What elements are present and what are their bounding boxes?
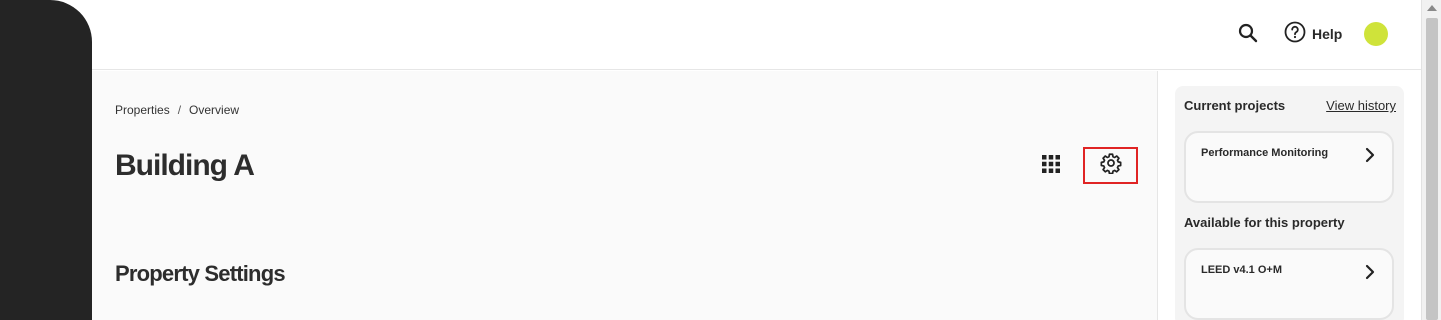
- view-history-link[interactable]: View history: [1326, 98, 1396, 113]
- breadcrumb: Properties / Overview: [115, 103, 239, 117]
- breadcrumb-overview[interactable]: Overview: [189, 103, 239, 117]
- project-card-title: LEED v4.1 O+M: [1201, 264, 1283, 276]
- project-card-performance-monitoring[interactable]: Performance Monitoring: [1184, 131, 1394, 203]
- project-card-title: Performance Monitoring: [1201, 147, 1329, 159]
- current-projects-header: Current projects View history: [1184, 98, 1396, 113]
- breadcrumb-separator: /: [177, 103, 182, 117]
- page-title: Building A: [115, 149, 255, 182]
- available-projects-label: Available for this property: [1184, 215, 1345, 230]
- vertical-scrollbar[interactable]: [1421, 0, 1441, 320]
- help-label: Help: [1312, 26, 1343, 42]
- gear-icon: [1100, 152, 1122, 179]
- current-projects-label: Current projects: [1184, 98, 1286, 113]
- project-card-leed[interactable]: LEED v4.1 O+M: [1184, 248, 1394, 320]
- section-title: Property Settings: [115, 261, 286, 286]
- avatar[interactable]: [1364, 22, 1388, 46]
- help-button[interactable]: Help: [1284, 21, 1343, 48]
- scroll-up-arrow-icon[interactable]: [1427, 5, 1437, 11]
- chevron-right-icon: [1364, 147, 1376, 163]
- top-bar: Help: [92, 0, 1421, 70]
- chevron-right-icon: [1364, 264, 1376, 280]
- search-icon[interactable]: [1237, 22, 1259, 44]
- breadcrumb-properties[interactable]: Properties: [115, 103, 170, 117]
- projects-panel: Current projects View history Performanc…: [1175, 86, 1404, 320]
- main-content: Properties / Overview Building A Propert…: [92, 71, 1158, 320]
- scrollbar-thumb[interactable]: [1426, 18, 1438, 320]
- grid-icon[interactable]: [1040, 153, 1062, 175]
- settings-button[interactable]: [1083, 147, 1138, 184]
- side-navigation-rail: [0, 0, 92, 320]
- help-circle-icon: [1284, 21, 1306, 48]
